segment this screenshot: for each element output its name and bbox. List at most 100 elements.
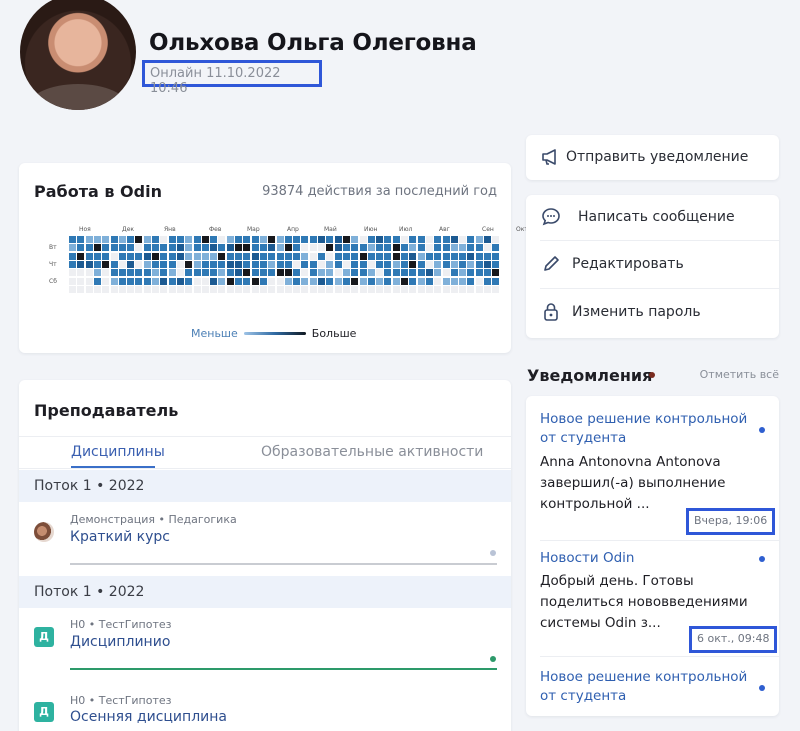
heatmap-cell <box>93 244 101 252</box>
divider <box>540 540 779 541</box>
heatmap-cell <box>326 236 334 243</box>
heatmap-cell <box>492 236 500 243</box>
megaphone-icon <box>540 146 562 168</box>
heatmap-legend: Меньше Больше <box>191 327 356 340</box>
heatmap-cell <box>218 244 226 252</box>
stream-header: Поток 1 • 2022 <box>19 576 511 608</box>
heatmap-months: Ноя Дек Янв Фев Мар Апр Май Июн Июл Авг Сен Окт <box>79 226 528 236</box>
heatmap-cell <box>185 260 193 268</box>
course-link[interactable]: Осенняя дисциплина <box>70 709 227 725</box>
tab-disciplines[interactable]: Дисциплины <box>71 444 165 460</box>
heatmap-cell <box>359 277 367 285</box>
heatmap-cell <box>127 236 135 243</box>
heatmap-weekday-label: Чт <box>49 261 57 268</box>
heatmap-cell <box>342 236 350 243</box>
heatmap-cell <box>110 260 118 268</box>
heatmap-cell <box>118 285 126 293</box>
heatmap-cell <box>342 260 350 268</box>
heatmap-cell <box>442 236 450 243</box>
notification-time: Вчера, 19:06 <box>686 508 776 535</box>
heatmap-cell <box>226 260 234 268</box>
edit-button[interactable]: Редактировать <box>526 240 779 288</box>
course-link[interactable]: Дисциплинио <box>70 634 170 650</box>
heatmap-cell <box>168 236 176 243</box>
heatmap-cell <box>492 260 500 268</box>
heatmap-cell <box>293 236 301 243</box>
legend-gradient <box>243 332 306 335</box>
heatmap-cell <box>376 285 384 293</box>
send-notification-label: Отправить уведомление <box>566 149 749 165</box>
heatmap-cell <box>69 260 76 268</box>
heatmap-cell <box>409 260 417 268</box>
heatmap-cell <box>450 285 458 293</box>
course-letter-icon: Д <box>34 627 54 647</box>
heatmap-cell <box>93 285 101 293</box>
heatmap-cell <box>210 277 218 285</box>
heatmap-cell <box>484 244 491 252</box>
tab-activities[interactable]: Образовательные активности <box>261 444 483 460</box>
heatmap-cell <box>392 269 400 277</box>
heatmap-cell <box>459 260 467 268</box>
heatmap-cell <box>351 285 359 293</box>
heatmap-cell <box>243 260 251 268</box>
heatmap-cell <box>135 285 143 293</box>
heatmap-cell <box>409 244 417 252</box>
notification-title[interactable]: Новости Odin <box>540 549 755 568</box>
heatmap-cell <box>135 260 143 268</box>
notification-title[interactable]: Новое решение контрольной от студента <box>540 410 755 448</box>
edit-label: Редактировать <box>572 256 684 272</box>
heatmap-cell <box>210 260 218 268</box>
heatmap-cell <box>392 236 400 243</box>
heatmap-cell <box>334 236 342 243</box>
heatmap-cell <box>475 285 483 293</box>
mark-all-read-link[interactable]: Отметить всё <box>700 368 779 381</box>
heatmap-cell <box>268 277 276 285</box>
actions-card: Написать сообщение Редактировать Изменит… <box>526 195 779 338</box>
send-notification-button[interactable]: Отправить уведомление <box>526 135 779 180</box>
heatmap-cell <box>351 236 359 243</box>
heatmap-cell <box>85 260 93 268</box>
course-link[interactable]: Краткий курс <box>70 529 170 545</box>
heatmap-cell <box>152 252 159 260</box>
heatmap-cell <box>384 244 392 252</box>
heatmap-cell <box>210 285 218 293</box>
send-notification-row[interactable]: Отправить уведомление <box>526 133 779 181</box>
write-message-label: Написать сообщение <box>578 209 735 225</box>
heatmap-cell <box>85 269 93 277</box>
heatmap-cell <box>69 277 76 285</box>
heatmap-cell <box>160 252 168 260</box>
heatmap-cell <box>318 260 325 268</box>
heatmap-cell <box>268 244 276 252</box>
heatmap-cell <box>152 244 159 252</box>
heatmap-cell <box>77 244 85 252</box>
heatmap-cell <box>69 252 76 260</box>
heatmap-cell <box>309 252 317 260</box>
change-password-button[interactable]: Изменить пароль <box>526 288 779 336</box>
heatmap-cell <box>176 277 184 285</box>
notification-title[interactable]: Новое решение контрольной от студента <box>540 668 755 706</box>
heatmap-cell <box>243 277 251 285</box>
heatmap-cell <box>293 244 301 252</box>
heatmap-cell <box>135 236 143 243</box>
heatmap-cell <box>359 285 367 293</box>
heatmap-weekday-label: Сб <box>49 278 57 285</box>
write-message-button[interactable]: Написать сообщение <box>526 193 779 241</box>
heatmap-cell <box>93 252 101 260</box>
heatmap-cell <box>276 244 284 252</box>
heatmap-cell <box>243 285 251 293</box>
heatmap-cell <box>93 236 101 243</box>
heatmap-cell <box>301 236 309 243</box>
heatmap-cell <box>127 252 135 260</box>
legend-more: Больше <box>311 327 357 340</box>
heatmap-cell <box>69 285 76 293</box>
heatmap-cell <box>77 277 85 285</box>
heatmap-cell <box>425 269 433 277</box>
heatmap-cell <box>185 285 193 293</box>
heatmap-cell <box>152 269 159 277</box>
heatmap-cell <box>185 277 193 285</box>
heatmap-cell <box>417 260 425 268</box>
heatmap-cell <box>143 252 151 260</box>
heatmap-cell <box>193 244 201 252</box>
heatmap-cell <box>77 285 85 293</box>
heatmap-cell <box>367 269 375 277</box>
